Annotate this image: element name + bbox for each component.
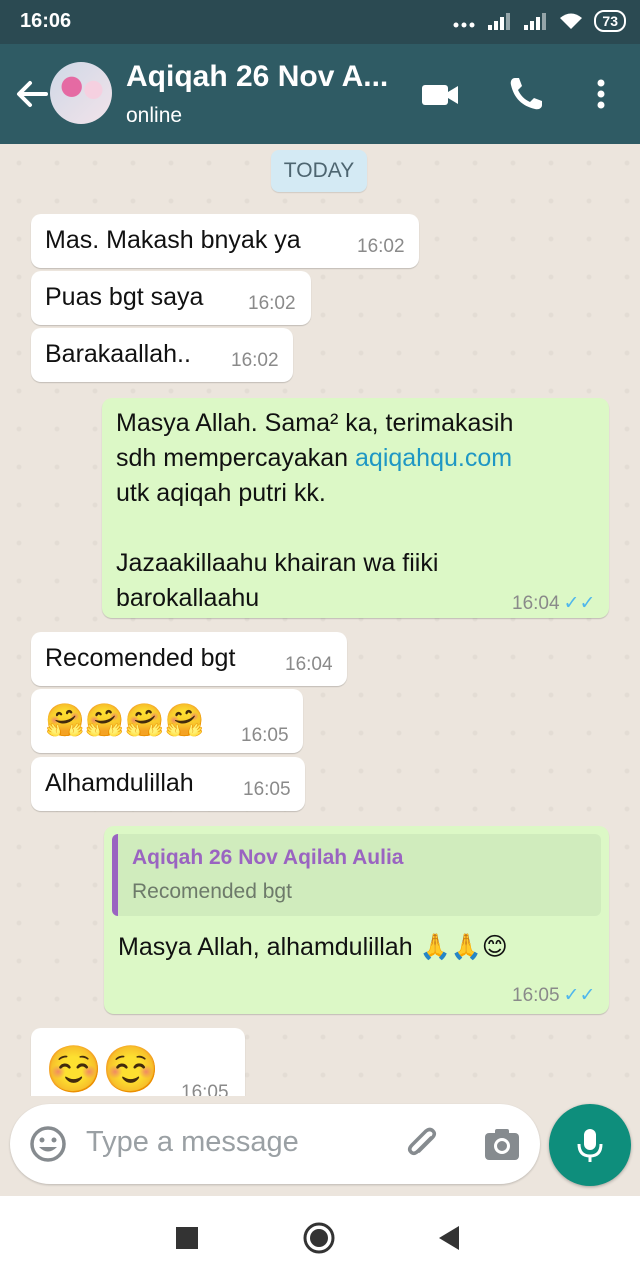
- back-arrow-icon[interactable]: [12, 74, 52, 114]
- message-text: Recomended bgt: [45, 644, 236, 672]
- message-list[interactable]: TODAY Mas. Makash bnyak ya 16:02 Puas bg…: [0, 144, 640, 1096]
- contact-avatar[interactable]: [50, 62, 112, 124]
- phone-icon[interactable]: [506, 74, 546, 114]
- message-emoji: ☺️☺️: [45, 1043, 160, 1095]
- message-time: 16:05: [243, 779, 291, 800]
- battery-indicator: 73: [594, 10, 626, 32]
- message-outgoing-reply[interactable]: Aqiqah 26 Nov Aqilah Aulia Recomended bg…: [104, 826, 609, 1014]
- message-incoming[interactable]: Mas. Makash bnyak ya 16:02: [31, 214, 419, 268]
- signal-icon: [488, 13, 511, 30]
- message-text: Puas bgt saya: [45, 283, 204, 311]
- system-nav-bar: [0, 1196, 640, 1280]
- message-text: Masya Allah, alhamdulillah 🙏🙏😊: [118, 933, 508, 961]
- message-text-line: sdh mempercayakan aqiqahqu.com: [116, 441, 512, 476]
- message-incoming[interactable]: Recomended bgt 16:04: [31, 632, 347, 686]
- chat-header: Aqiqah 26 Nov A... online: [0, 44, 640, 144]
- message-time: 16:02: [357, 236, 405, 257]
- quoted-text: Recomended bgt: [132, 880, 292, 903]
- message-text: Barakaallah..: [45, 340, 191, 368]
- message-text: sdh mempercayakan: [116, 444, 356, 472]
- message-text-line: utk aqiqah putri kk.: [116, 479, 326, 507]
- website-link[interactable]: aqiqahqu.com: [355, 444, 512, 472]
- nav-home-icon[interactable]: [303, 1222, 335, 1254]
- message-time: 16:05: [181, 1082, 229, 1096]
- message-text: Alhamdulillah: [45, 769, 194, 797]
- message-text-line: Masya Allah. Sama² ka, terimakasih: [116, 409, 514, 437]
- mic-button[interactable]: [549, 1104, 631, 1186]
- attach-icon[interactable]: [404, 1124, 444, 1164]
- message-time: 16:05: [241, 725, 289, 746]
- emoji-icon[interactable]: [28, 1124, 68, 1164]
- status-bar: 16:06 73: [0, 0, 640, 44]
- quoted-message[interactable]: Aqiqah 26 Nov Aqilah Aulia Recomended bg…: [112, 834, 601, 916]
- chat-title[interactable]: Aqiqah 26 Nov A...: [126, 60, 388, 94]
- message-incoming[interactable]: Barakaallah.. 16:02: [31, 328, 293, 382]
- status-time: 16:06: [20, 10, 72, 32]
- message-text-line: barokallaahu: [116, 584, 260, 612]
- quoted-author: Aqiqah 26 Nov Aqilah Aulia: [132, 846, 404, 869]
- more-vert-icon[interactable]: [581, 74, 621, 114]
- video-call-icon[interactable]: [420, 74, 460, 114]
- message-incoming[interactable]: Alhamdulillah 16:05: [31, 757, 305, 811]
- message-time: 16:04: [512, 593, 560, 614]
- message-time: 16:02: [248, 293, 296, 314]
- message-time: 16:05: [512, 985, 560, 1006]
- message-time: 16:04: [285, 654, 333, 675]
- message-time: 16:02: [231, 350, 279, 371]
- message-incoming[interactable]: ☺️☺️ 16:05: [31, 1028, 245, 1096]
- nav-recents-icon[interactable]: [176, 1227, 198, 1249]
- message-emoji: 🤗🤗🤗🤗: [45, 702, 205, 738]
- read-receipt-icon: ✓✓: [563, 985, 596, 1006]
- wifi-icon: [560, 13, 583, 29]
- message-incoming[interactable]: 🤗🤗🤗🤗 16:05: [31, 689, 303, 753]
- message-text: Mas. Makash bnyak ya: [45, 226, 301, 254]
- message-text-line: Jazaakillaahu khairan wa fiiki: [116, 549, 439, 577]
- notification-dots-icon: [453, 22, 475, 28]
- signal-2-icon: [524, 13, 547, 30]
- message-composer[interactable]: Type a message: [10, 1104, 540, 1184]
- chat-status: online: [126, 104, 183, 127]
- nav-back-icon[interactable]: [437, 1225, 461, 1251]
- message-input[interactable]: Type a message: [86, 1126, 299, 1159]
- message-time-row: 16:04 ✓✓: [512, 586, 595, 621]
- message-incoming[interactable]: Puas bgt saya 16:02: [31, 271, 311, 325]
- date-divider: TODAY: [271, 150, 367, 192]
- camera-icon[interactable]: [482, 1124, 522, 1164]
- read-receipt-icon: ✓✓: [563, 593, 596, 614]
- message-time-row: 16:05 ✓✓: [512, 984, 595, 1007]
- message-outgoing[interactable]: Masya Allah. Sama² ka, terimakasih sdh m…: [102, 398, 609, 618]
- status-icons: 73: [452, 10, 626, 32]
- mic-icon: [577, 1129, 603, 1162]
